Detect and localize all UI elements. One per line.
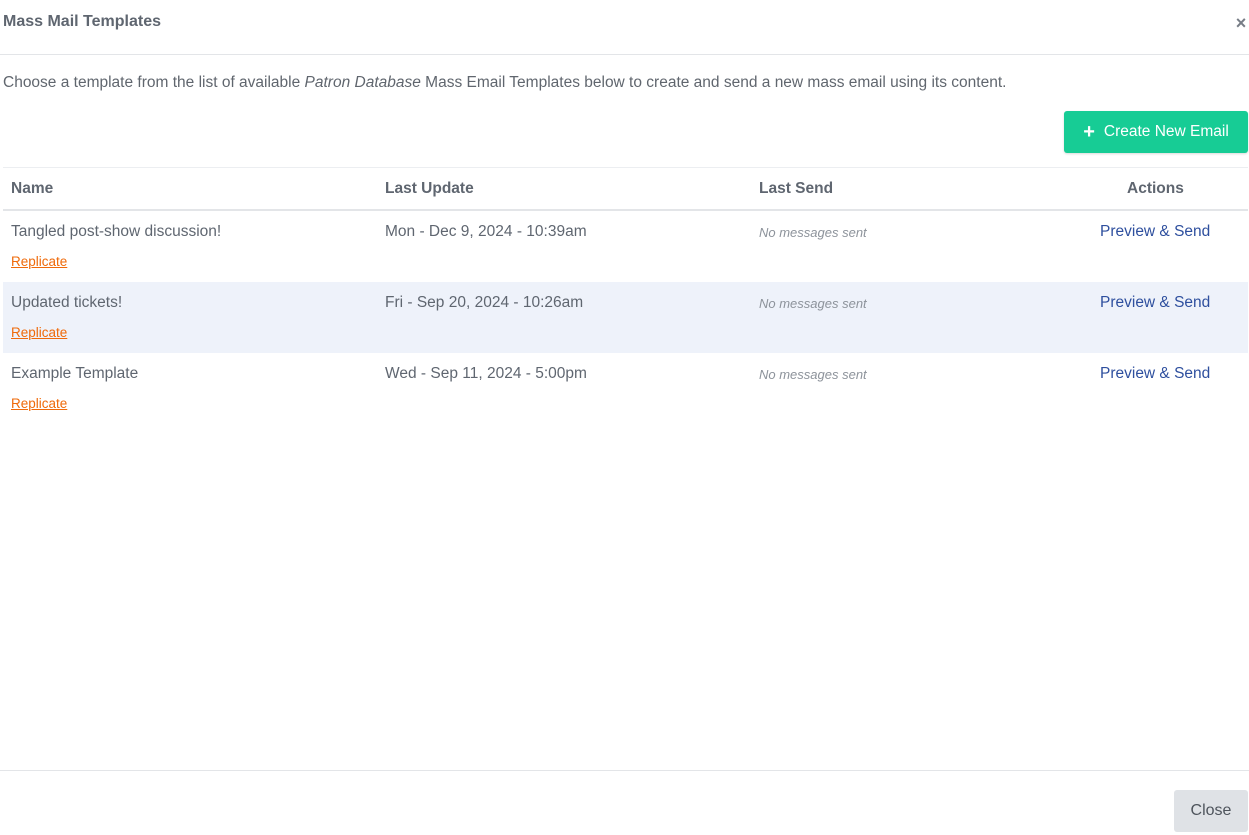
table-row: Updated tickets! Replicate Fri - Sep 20,… — [3, 282, 1248, 353]
table-row: Tangled post-show discussion! Replicate … — [3, 211, 1248, 282]
template-name: Tangled post-show discussion! — [11, 223, 222, 240]
last-send-value: No messages sent — [759, 367, 867, 382]
column-header-name: Name — [11, 180, 54, 197]
column-header-actions: Actions — [1127, 180, 1184, 197]
intro-text-end: Mass Email Templates below to create and… — [420, 74, 1007, 91]
close-button[interactable]: Close — [1174, 790, 1248, 832]
replicate-link[interactable]: Replicate — [11, 325, 67, 340]
plus-icon: + — [1083, 121, 1095, 143]
replicate-link[interactable]: Replicate — [11, 254, 67, 269]
last-update-value: Mon - Dec 9, 2024 - 10:39am — [385, 223, 587, 240]
intro-text: Choose a template from the list of avail… — [3, 74, 1006, 92]
templates-table: Name Last Update Last Send Actions Tangl… — [3, 167, 1248, 424]
table-row: Example Template Replicate Wed - Sep 11,… — [3, 353, 1248, 424]
template-name: Updated tickets! — [11, 294, 123, 311]
modal-title: Mass Mail Templates — [3, 13, 161, 30]
last-send-value: No messages sent — [759, 225, 867, 240]
create-new-email-label: Create New Email — [1103, 123, 1229, 140]
modal-header: Mass Mail Templates × — [0, 0, 1249, 55]
preview-send-link[interactable]: Preview & Send — [1100, 365, 1210, 383]
intro-text-start: Choose a template from the list of avail… — [3, 74, 305, 91]
template-name: Example Template — [11, 365, 139, 382]
last-update-value: Fri - Sep 20, 2024 - 10:26am — [385, 294, 584, 311]
column-header-last-update: Last Update — [385, 180, 474, 197]
modal-footer: Close — [0, 770, 1249, 835]
last-send-value: No messages sent — [759, 296, 867, 311]
create-new-email-button[interactable]: + Create New Email — [1064, 111, 1248, 153]
last-update-value: Wed - Sep 11, 2024 - 5:00pm — [385, 365, 587, 382]
preview-send-link[interactable]: Preview & Send — [1100, 223, 1210, 241]
mass-mail-templates-modal: Mass Mail Templates × Choose a template … — [0, 0, 1249, 835]
replicate-link[interactable]: Replicate — [11, 396, 67, 411]
close-icon[interactable]: × — [1234, 12, 1248, 34]
preview-send-link[interactable]: Preview & Send — [1100, 294, 1210, 312]
intro-text-emphasis: Patron Database — [304, 74, 421, 91]
column-header-last-send: Last Send — [759, 180, 834, 197]
table-header: Name Last Update Last Send Actions — [3, 167, 1248, 211]
